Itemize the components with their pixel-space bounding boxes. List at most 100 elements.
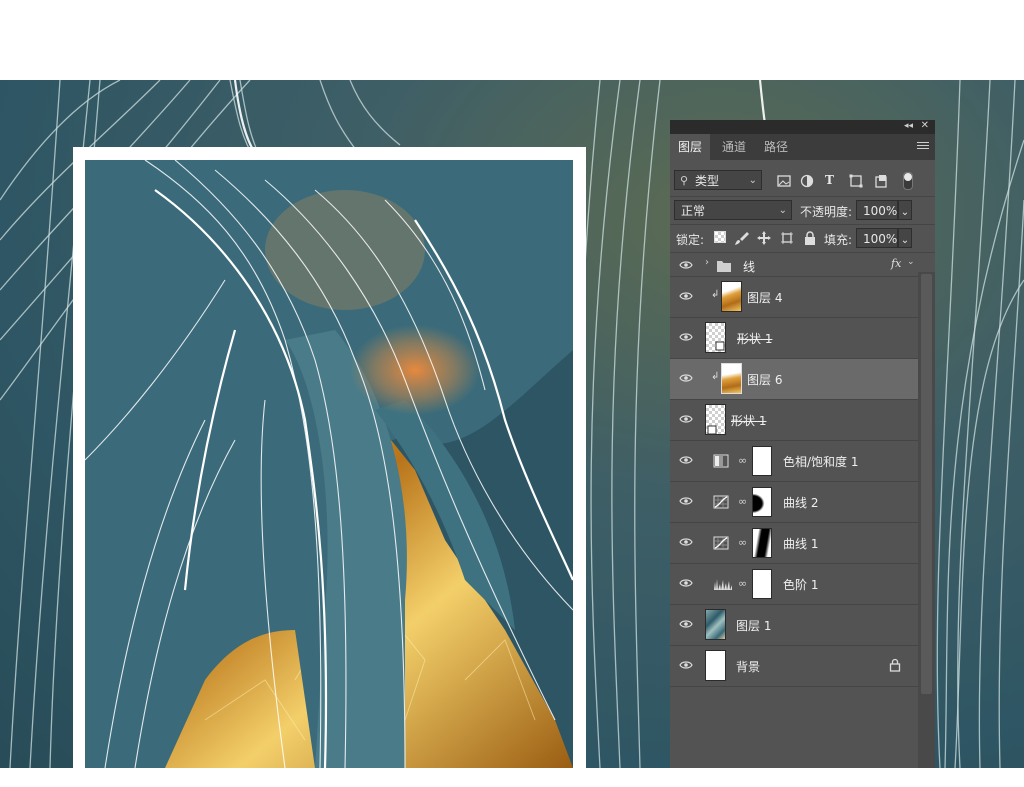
tab-layers[interactable]: 图层 (670, 134, 711, 160)
lock-move-icon[interactable] (756, 230, 772, 246)
opacity-input[interactable]: 100% (856, 200, 898, 220)
visibility-eye-icon[interactable] (679, 332, 693, 342)
mask-link-icon[interactable]: ∞ (738, 495, 747, 508)
panel-tab-bar: 图层 通道 路径 (670, 134, 935, 160)
filter-type-value: 类型 (695, 174, 720, 188)
fill-input[interactable]: 100% (856, 228, 898, 248)
layer-name: 曲线 1 (783, 537, 819, 551)
levels-icon (714, 579, 732, 590)
artwork-canvas (85, 160, 573, 768)
pixel-filter-icon[interactable] (776, 173, 792, 189)
fill-label: 填充: (824, 233, 853, 247)
visibility-eye-icon[interactable] (679, 537, 693, 547)
shape-filter-icon[interactable] (848, 173, 864, 189)
layer-row-group[interactable]: › 线 fx ⌄ (670, 253, 918, 277)
layer-row[interactable]: ∞ 曲线 2 (670, 482, 918, 523)
opacity-dropdown[interactable]: ⌄ (898, 200, 912, 220)
fill-dropdown[interactable]: ⌄ (898, 228, 912, 248)
panel-title-bar: ◂◂ ✕ (670, 120, 935, 134)
visibility-eye-icon[interactable] (679, 660, 693, 670)
layer-mask-thumbnail[interactable] (752, 528, 772, 558)
type-filter-icon[interactable]: T (825, 173, 834, 187)
lock-brush-icon[interactable] (734, 230, 750, 246)
layer-row[interactable]: 图层 1 (670, 605, 918, 646)
chevron-down-icon: ⌄ (748, 175, 757, 186)
shape-layer-icon (707, 425, 717, 435)
layer-thumbnail[interactable] (721, 281, 742, 312)
layer-row-background[interactable]: 背景 (670, 646, 918, 687)
layer-name: 背景 (736, 660, 761, 674)
visibility-eye-icon[interactable] (679, 496, 693, 506)
shape-layer-icon (715, 341, 725, 351)
artwork-illustration (85, 160, 573, 768)
layer-name: 曲线 2 (783, 496, 819, 510)
smart-object-filter-icon[interactable] (873, 173, 889, 189)
layer-row[interactable]: ∞ 曲线 1 (670, 523, 918, 564)
opacity-label: 不透明度: (800, 205, 853, 219)
search-icon: ⚲ (680, 174, 689, 187)
lock-icon[interactable] (889, 658, 901, 672)
chevron-down-icon: ⌄ (900, 207, 910, 218)
visibility-eye-icon[interactable] (679, 455, 693, 465)
lock-transparency-icon[interactable] (714, 231, 726, 243)
layer-name: 色阶 1 (783, 578, 819, 592)
chevron-right-icon[interactable]: › (705, 257, 709, 268)
lock-artboard-icon[interactable] (779, 230, 795, 246)
collapse-panel-icon[interactable]: ◂◂ (904, 121, 913, 131)
visibility-eye-icon[interactable] (679, 619, 693, 629)
mask-link-icon[interactable]: ∞ (738, 577, 747, 590)
lock-row: 锁定: 填充: 100% ⌄ (670, 224, 935, 251)
layers-panel: ◂◂ ✕ 图层 通道 路径 ⚲ 类型 ⌄ T 正常 ⌄ 不透明度: 100% ⌄ (670, 120, 935, 768)
tab-channels[interactable]: 通道 (714, 134, 754, 160)
filter-row: ⚲ 类型 ⌄ T (670, 168, 935, 194)
clipping-arrow-icon: ↲ (711, 289, 720, 300)
tab-paths[interactable]: 路径 (756, 134, 796, 160)
visibility-eye-icon[interactable] (679, 578, 693, 588)
clipping-arrow-icon: ↲ (711, 371, 720, 382)
layer-mask-thumbnail[interactable] (752, 487, 772, 517)
layer-name: 图层 6 (747, 373, 783, 387)
layer-row-selected[interactable]: ↲ 图层 6 (670, 359, 918, 400)
panel-menu-icon[interactable] (917, 140, 929, 152)
curves-icon (713, 536, 729, 550)
layer-row[interactable]: ∞ 色相/饱和度 1 (670, 441, 918, 482)
opacity-value: 100% (863, 204, 898, 218)
layer-thumbnail[interactable] (721, 363, 742, 394)
hue-saturation-icon (713, 454, 729, 468)
lock-all-icon[interactable] (802, 230, 818, 246)
filter-toggle-switch[interactable] (903, 172, 913, 190)
fx-badge[interactable]: fx (891, 257, 901, 270)
layer-row[interactable]: 形状 1 (670, 400, 918, 441)
layer-row[interactable]: ∞ 色阶 1 (670, 564, 918, 605)
blend-mode-select[interactable]: 正常 ⌄ (674, 200, 792, 220)
chevron-down-icon[interactable]: ⌄ (907, 257, 915, 267)
filter-type-select[interactable]: ⚲ 类型 ⌄ (674, 170, 762, 190)
folder-icon (717, 261, 731, 272)
layers-scrollbar[interactable] (918, 272, 935, 768)
layer-name: 图层 1 (736, 619, 772, 633)
curves-icon (713, 495, 729, 509)
mask-link-icon[interactable]: ∞ (738, 454, 747, 467)
fill-value: 100% (863, 232, 898, 246)
mask-link-icon[interactable]: ∞ (738, 536, 747, 549)
layer-row[interactable]: ↲ 图层 4 (670, 277, 918, 318)
visibility-eye-icon[interactable] (679, 373, 693, 383)
blend-row: 正常 ⌄ 不透明度: 100% ⌄ (670, 196, 935, 223)
visibility-eye-icon[interactable] (679, 414, 693, 424)
layers-list: › 线 fx ⌄ ↲ 图层 4 形状 1 ↲ 图层 6 形状 1 ∞ 色相/饱和… (670, 252, 935, 769)
layer-mask-thumbnail[interactable] (752, 446, 772, 476)
layer-name: 线 (743, 260, 756, 274)
chevron-down-icon: ⌄ (778, 205, 787, 216)
layer-name: 形状 1 (731, 414, 767, 428)
scrollbar-thumb[interactable] (921, 274, 932, 694)
visibility-eye-icon[interactable] (679, 260, 693, 270)
visibility-eye-icon[interactable] (679, 291, 693, 301)
layer-mask-thumbnail[interactable] (752, 569, 772, 599)
lock-label: 锁定: (676, 233, 705, 247)
layer-name: 形状 1 (737, 332, 773, 346)
adjustment-filter-icon[interactable] (799, 173, 815, 189)
layer-thumbnail[interactable] (705, 609, 726, 640)
layer-thumbnail[interactable] (705, 650, 726, 681)
close-panel-icon[interactable]: ✕ (921, 120, 929, 131)
layer-row[interactable]: 形状 1 (670, 318, 918, 359)
